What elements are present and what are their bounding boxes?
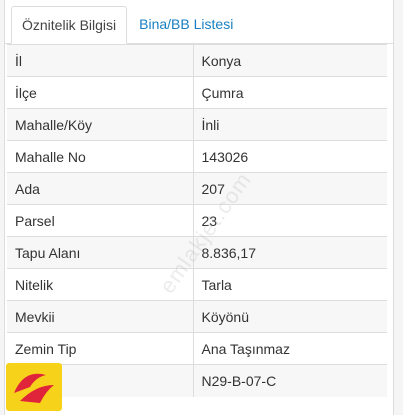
attr-value: Konya	[193, 44, 387, 77]
tab-attribute-info[interactable]: Öznitelik Bilgisi	[11, 6, 128, 44]
attr-value: 23	[193, 204, 387, 237]
attribute-panel: Öznitelik Bilgisi Bina/BB Listesi İl Kony…	[4, 0, 394, 415]
table-row: Ada 207	[7, 172, 387, 205]
attr-key: Tapu Alanı	[7, 236, 194, 269]
attr-key: Nitelik	[7, 268, 194, 301]
attr-value: 143026	[193, 140, 387, 173]
table-row: İlçe Çumra	[7, 76, 387, 109]
attr-key: Mahalle No	[7, 140, 194, 173]
tab-bar: Öznitelik Bilgisi Bina/BB Listesi	[5, 0, 393, 44]
table-row: İl Konya	[7, 44, 387, 77]
attr-key: Mahalle/Köy	[7, 108, 194, 141]
tab-building-list[interactable]: Bina/BB Listesi	[129, 6, 243, 43]
table-row: Zemin Tip Ana Taşınmaz	[7, 332, 387, 365]
attr-key: Zemin Tip	[7, 332, 194, 365]
table-row: Tapu Alanı 8.836,17	[7, 236, 387, 269]
attr-key: Ada	[7, 172, 194, 205]
table-row: Mevkii Köyönü	[7, 300, 387, 333]
table-row: Nitelik Tarla	[7, 268, 387, 301]
attr-key: İl	[7, 44, 194, 77]
table-row: PaftaN29-B-07-C	[7, 364, 387, 397]
attr-key: Parsel	[7, 204, 194, 237]
attribute-table: İl Konya İlçe Çumra Mahalle/Köy İnli Mahall…	[7, 44, 387, 397]
attr-value: Tarla	[193, 268, 387, 301]
attr-value: 8.836,17	[193, 236, 387, 269]
attr-value: N29-B-07-C	[193, 364, 387, 397]
attr-value: Köyönü	[193, 300, 387, 333]
attr-key: İlçe	[7, 76, 194, 109]
table-row: Mahalle/Köy İnli	[7, 108, 387, 141]
emlakjet-logo-icon	[6, 363, 62, 411]
attr-value: Ana Taşınmaz	[193, 332, 387, 365]
attr-value: Çumra	[193, 76, 387, 109]
table-row: Mahalle No 143026	[7, 140, 387, 173]
attr-value: İnli	[193, 108, 387, 141]
attr-key: Mevkii	[7, 300, 194, 333]
table-row: Parsel 23	[7, 204, 387, 237]
attr-value: 207	[193, 172, 387, 205]
